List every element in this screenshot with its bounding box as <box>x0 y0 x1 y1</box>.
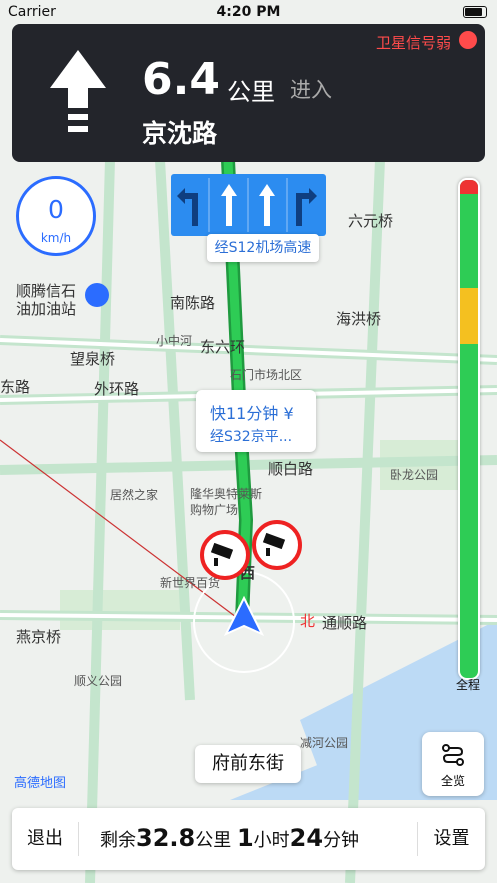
map-label: 海洪桥 <box>336 310 382 328</box>
next-road: 京沈路 <box>142 119 218 148</box>
map-label: 卧龙公园 <box>390 468 439 482</box>
speed-camera-icon <box>200 530 250 580</box>
map-label: 通顺路 <box>322 614 368 632</box>
map-label: 新世界百货 <box>160 576 221 590</box>
minutes-unit: 分钟 <box>323 830 360 851</box>
map-label: 东六环 <box>200 338 246 356</box>
hours-unit: 小时 <box>253 830 290 851</box>
settings-button[interactable]: 设置 <box>418 808 485 870</box>
map-label: 顺义公园 <box>74 674 123 688</box>
lane-arrows-icon <box>177 178 317 232</box>
map-label: 减河公园 <box>300 736 349 750</box>
guidance-panel: 6.4 公里 进入 京沈路 卫星信号弱 <box>12 24 485 162</box>
map-label: 东路 <box>0 378 31 396</box>
amap-logo: 高德地图 <box>14 776 67 791</box>
action-label: 进入 <box>290 78 332 102</box>
lane-guidance <box>171 174 326 236</box>
map-label: 北 <box>300 612 316 630</box>
route-via-label[interactable]: 经S12机场高速 <box>207 234 319 262</box>
remaining-minutes: 24 <box>289 824 324 852</box>
alt-route-via: 经S32京平... <box>210 429 293 445</box>
route-progress-bar <box>458 178 480 680</box>
speedometer: 0 km/h <box>16 176 96 256</box>
speed-value: 0 <box>48 195 64 224</box>
clock: 4:20 PM <box>216 4 281 20</box>
divider <box>78 822 79 856</box>
overview-label: 全览 <box>440 774 465 788</box>
map-label: 隆华奥特莱斯购物广场 <box>190 487 263 517</box>
congestion-segment <box>460 180 478 194</box>
map-label: 居然之家 <box>110 488 159 502</box>
gps-warning: 卫星信号弱 <box>375 34 451 52</box>
current-road-label: 府前东街 <box>195 745 301 783</box>
map-label: 六元桥 <box>348 212 394 230</box>
alt-route-card[interactable]: 快11分钟 ¥ 经S32京平... <box>196 390 316 452</box>
remaining-prefix: 剩余 <box>100 830 136 851</box>
map-label: 小中河 <box>156 334 193 348</box>
map-label: 石门市场北区 <box>230 368 303 382</box>
route-overview-icon <box>442 744 464 766</box>
distance-unit: 公里 <box>227 78 275 106</box>
full-route-label: 全程 <box>455 678 480 692</box>
remaining-hours: 1 <box>236 824 254 852</box>
overview-button[interactable]: 全览 <box>422 732 484 796</box>
straight-arrow-icon <box>50 50 106 132</box>
map-label: 顺腾信石油加油站 <box>16 282 77 318</box>
remaining-info: 剩余32.8公里 1小时24分钟 <box>100 824 359 852</box>
map-label: 望泉桥 <box>70 350 116 368</box>
map-label: 南陈路 <box>170 294 216 312</box>
map-label: 燕京桥 <box>16 628 62 646</box>
remaining-distance-unit: 公里 <box>195 830 232 851</box>
remaining-distance: 32.8 <box>136 824 196 852</box>
map-label: 顺白路 <box>268 460 314 478</box>
speed-unit: km/h <box>40 231 72 245</box>
speed-camera-icon <box>252 520 302 570</box>
status-bar: Carrier 4:20 PM <box>0 0 497 24</box>
battery-icon <box>463 6 487 18</box>
exit-button[interactable]: 退出 <box>12 808 78 870</box>
map-label: 外环路 <box>94 380 140 398</box>
bottom-bar: 退出 剩余32.8公里 1小时24分钟 设置 <box>12 808 485 870</box>
slow-segment <box>460 288 478 344</box>
alt-route-time: 快11分钟 ¥ <box>210 404 294 423</box>
distance-value: 6.4 <box>142 54 220 105</box>
satellite-icon <box>459 31 477 49</box>
